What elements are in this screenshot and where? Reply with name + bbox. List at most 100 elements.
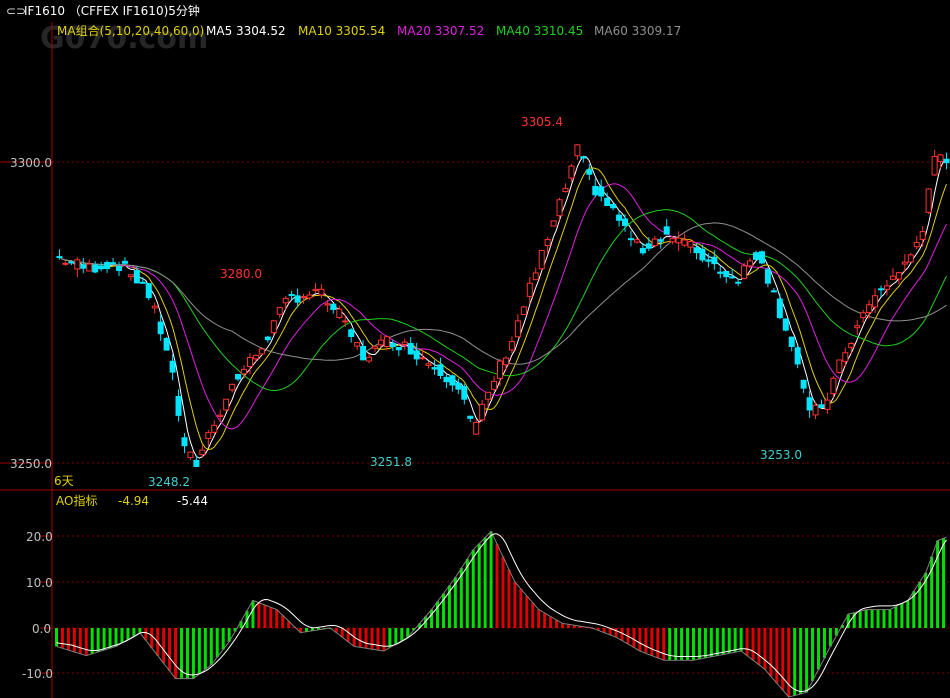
candle[interactable] [104,260,111,273]
candle[interactable] [318,284,325,299]
candle[interactable] [264,335,271,343]
candle[interactable] [907,252,914,263]
candle[interactable] [824,392,831,414]
candle[interactable] [491,376,498,392]
candle[interactable] [889,268,896,280]
candle[interactable] [485,391,492,408]
candle[interactable] [848,341,855,354]
candle[interactable] [467,415,474,423]
candle[interactable] [163,337,170,351]
candle[interactable] [502,356,509,371]
candle[interactable] [610,203,617,211]
candle[interactable] [514,313,521,338]
candle[interactable] [437,357,444,379]
candlesticks[interactable] [56,144,950,467]
candle[interactable] [229,383,236,393]
candle[interactable] [425,361,432,369]
candle[interactable] [133,266,140,284]
candle[interactable] [497,359,504,387]
candle[interactable] [371,345,378,352]
candle[interactable] [115,261,122,276]
candle[interactable] [127,274,134,281]
candle[interactable] [645,237,652,252]
candle[interactable] [211,420,218,434]
candle[interactable] [68,261,75,266]
candle[interactable] [550,220,557,227]
candle[interactable] [181,433,188,454]
candle[interactable] [455,378,462,395]
candle[interactable] [395,346,402,357]
candle[interactable] [312,282,319,293]
candle[interactable] [770,287,777,293]
candle[interactable] [836,359,843,374]
candle[interactable] [895,271,902,285]
candle[interactable] [723,270,730,284]
candle[interactable] [854,319,861,335]
candle[interactable] [282,295,289,310]
candle[interactable] [931,149,938,177]
candle[interactable] [753,250,760,261]
candle[interactable] [151,302,158,314]
candle[interactable] [145,282,152,301]
candle[interactable] [764,267,771,288]
candle[interactable] [366,354,373,364]
candle[interactable] [943,152,950,170]
candle[interactable] [354,341,361,350]
candle[interactable] [217,409,224,423]
candle[interactable] [598,179,605,202]
candle[interactable] [681,233,688,247]
candle[interactable] [913,236,920,250]
candle[interactable] [110,258,117,265]
candle[interactable] [330,303,337,314]
candle[interactable] [270,319,277,336]
candle[interactable] [121,257,128,265]
candle[interactable] [520,305,527,316]
candle[interactable] [348,328,355,343]
candle[interactable] [175,389,182,422]
candle[interactable] [776,293,783,320]
candle[interactable] [675,231,682,251]
candle[interactable] [407,337,414,355]
candle[interactable] [336,305,343,320]
candle[interactable] [74,256,81,278]
candle[interactable] [627,230,634,247]
candle[interactable] [788,336,795,352]
candle[interactable] [717,266,724,279]
candle[interactable] [842,347,849,367]
candle[interactable] [556,197,563,221]
candle[interactable] [223,398,230,412]
candle[interactable] [449,374,456,392]
candle[interactable] [651,235,658,248]
candle[interactable] [562,183,569,193]
candle[interactable] [62,261,69,266]
candle[interactable] [532,267,539,281]
candle[interactable] [538,250,545,271]
candle[interactable] [473,419,480,435]
candle[interactable] [401,338,408,351]
kline-chart[interactable]: G070.com 3300.0 3250.0 20.0 10.0 0.0 -10… [0,0,950,698]
candle[interactable] [479,400,486,422]
candle[interactable] [758,250,765,265]
candle[interactable] [98,261,105,272]
candle[interactable] [794,345,801,369]
candle[interactable] [431,360,438,375]
candle[interactable] [508,336,515,354]
candle[interactable] [925,188,932,215]
candle[interactable] [461,383,468,405]
candle[interactable] [580,156,587,163]
candle[interactable] [663,219,670,235]
candle[interactable] [800,379,807,394]
candle[interactable] [235,373,242,382]
candle[interactable] [818,399,825,409]
candle[interactable] [633,237,640,244]
candle[interactable] [782,318,789,332]
candle[interactable] [258,348,265,356]
candle[interactable] [919,226,926,247]
candle[interactable] [80,257,87,274]
candle[interactable] [592,178,599,198]
candle[interactable] [443,374,450,389]
candle[interactable] [342,314,349,327]
candle[interactable] [276,306,283,318]
candle[interactable] [252,354,259,362]
candle[interactable] [693,243,700,260]
